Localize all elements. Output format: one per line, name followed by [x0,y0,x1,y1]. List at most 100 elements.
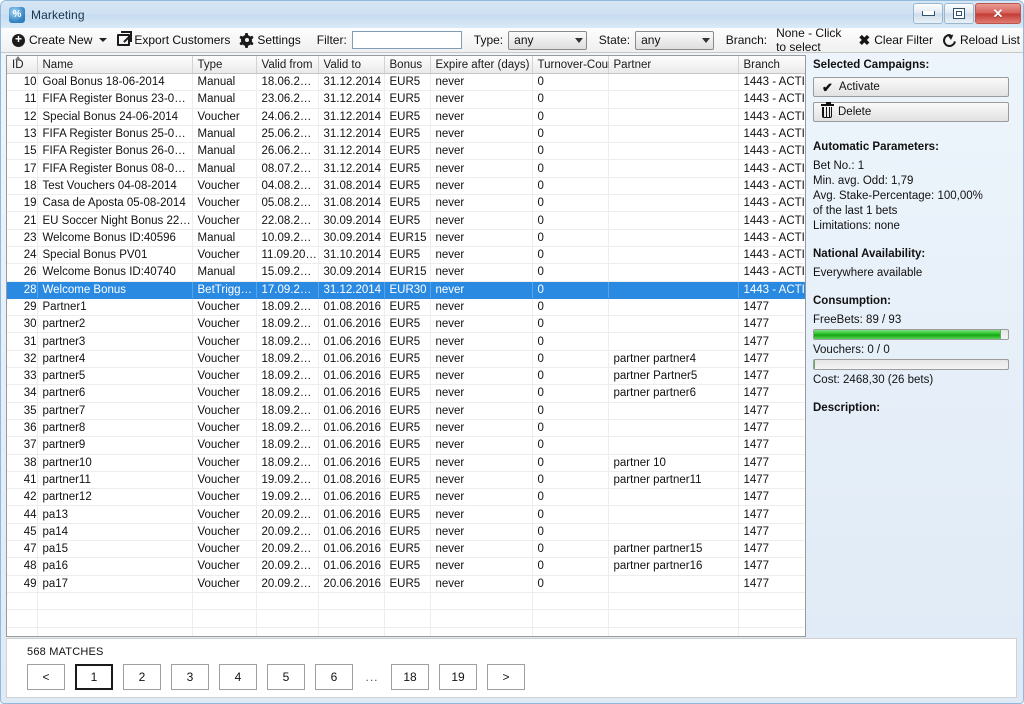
table-row[interactable]: 30 partner2 Voucher 18.09.2014 01.06.2016 EUR… [7,315,805,334]
table-row[interactable]: 28Welcome BonusBetTriggered17.09.201431.… [7,281,805,299]
cell-type: BetTriggered [192,281,257,299]
column-header-bonus[interactable]: Bonus [384,56,431,74]
export-customers-button[interactable]: Export Customers [112,29,235,52]
table-row[interactable]: 31 partner3 Voucher 18.09.2014 01.06.2016 EUR… [7,332,805,351]
table-row[interactable]: 45 pa14 Voucher 20.09.2014 01.06.2016 EUR5 nev… [7,523,805,542]
table-row[interactable]: 15 FIFA Register Bonus 26-06-2... Manual 26… [7,142,805,161]
column-header-valid-from[interactable]: Valid from [256,56,319,74]
table-row[interactable]: 37 partner9 Voucher 18.09.2014 01.06.2016 EUR… [7,436,805,455]
table-row[interactable]: 41 partner11 Voucher 19.09.2014 01.08.2016 EU… [7,471,805,490]
column-header-type[interactable]: Type [192,56,257,74]
cell-valid-to: 31.12.2014 [318,73,385,92]
table-row[interactable]: 35 partner7 Voucher 18.09.2014 01.06.2016 EUR… [7,402,805,420]
cell-partner: partner Partner5 [608,367,739,386]
table-row[interactable]: 26 Welcome Bonus ID:40740 Manual 15.09.2014… [7,263,805,282]
table-row[interactable]: 10 Goal Bonus 18-06-2014 Manual 18.06.2014 3… [7,73,805,92]
cell-bonus: EUR5 [384,159,431,178]
table-row[interactable]: 21 EU Soccer Night Bonus 22-0... Voucher 22… [7,211,805,230]
column-header-id[interactable]: ID [7,56,38,74]
plus-circle-icon: + [12,33,25,47]
close-x-icon: ✖ [858,32,871,48]
cell-valid-from: 18.09.2014 [256,454,319,472]
table-row[interactable]: 24 Special Bonus PV01 Voucher 11.09.2014 31.… [7,246,805,265]
cell-branch: 1443 - ACTION24 [738,281,805,299]
cell-turnover-count: 0 [532,367,609,386]
table-row[interactable]: 18 Test Vouchers 04-08-2014 Voucher 04.08.2… [7,177,805,196]
table-row[interactable]: 48 pa16 Voucher 20.09.2014 01.06.2016 EUR5 nev… [7,557,805,576]
table-row[interactable]: 33 partner5 Voucher 18.09.2014 01.06.2016 EUR… [7,367,805,386]
reload-list-button[interactable]: Reload List [938,29,1023,52]
pagination-button-2[interactable]: 2 [123,664,161,690]
column-header-valid-to[interactable]: Valid to [318,56,385,74]
settings-button[interactable]: Settings [235,29,305,52]
column-header-name[interactable]: Name [37,56,193,74]
pagination-button-19[interactable]: 19 [439,664,477,690]
pagination-button->[interactable]: > [487,664,525,690]
search-input[interactable] [351,31,462,49]
table-row[interactable]: 47 pa15 Voucher 20.09.2014 01.06.2016 EUR5 nev… [7,540,805,559]
pagination-button-3[interactable]: 3 [171,664,209,690]
table-row[interactable]: 13 FIFA Register Bonus 25-06-2... Manual 25… [7,125,805,144]
cell-valid-to: 01.06.2016 [318,350,385,369]
cell-branch: 1443 - ACTION24 [738,263,805,282]
check-icon: ✔ [822,79,833,95]
cell-valid-to: 31.08.2014 [318,177,385,196]
maximize-button[interactable] [944,3,974,24]
cell-bonus: EUR15 [384,229,431,247]
close-button[interactable]: ✕ [975,3,1021,24]
table-row[interactable]: 23 Welcome Bonus ID:40596 Manual 10.09.2014… [7,229,805,247]
cell-name: partner12 [37,488,193,507]
cell-expire-after: never [430,142,533,161]
table-row[interactable]: 36 partner8 Voucher 18.09.2014 01.06.2016 EUR… [7,419,805,438]
pagination-button-18[interactable]: 18 [391,664,429,690]
minimize-button[interactable] [913,3,943,24]
minimize-icon [921,11,935,16]
table-row[interactable]: 32 partner4 Voucher 18.09.2014 01.06.2016 EUR… [7,350,805,369]
cell-id: 49 [7,575,38,593]
consumption-title: Consumption: [813,295,891,307]
branch-selector[interactable]: None - Click to select [776,26,845,54]
type-select-value: any [514,33,534,47]
cell-name: FIFA Register Bonus 23-06-2... [37,90,193,109]
table-row[interactable]: 49 pa17 Voucher 20.09.2014 20.06.2016 EUR5 nev… [7,575,805,593]
pagination-button-5[interactable]: 5 [267,664,305,690]
column-header-partner[interactable]: Partner [608,56,739,74]
pagination-button-<[interactable]: < [27,664,65,690]
column-header-branch[interactable]: Branch [738,56,805,74]
table-row[interactable]: 11 FIFA Register Bonus 23-06-2... Manual 23… [7,90,805,109]
cell-turnover-count: 0 [532,194,609,213]
cell-turnover-count: 0 [532,90,609,109]
table-row[interactable]: 44 pa13 Voucher 20.09.2014 01.06.2016 EUR5 nev… [7,505,805,524]
branch-label: Branch: [725,33,768,47]
cell-valid-to: 01.08.2016 [318,298,385,317]
table-row[interactable]: 38 partner10 Voucher 18.09.2014 01.06.2016 EU… [7,454,805,472]
table-row[interactable]: 42 partner12 Voucher 19.09.2014 01.06.2016 EU… [7,488,805,507]
activate-button[interactable]: ✔ Activate [813,77,1009,97]
cell-turnover-count: 0 [532,108,609,126]
pagination-button-1[interactable]: 1 [75,664,113,690]
create-new-button[interactable]: + Create New [7,29,112,52]
type-select[interactable]: any [508,30,587,50]
table-row[interactable]: 17 FIFA Register Bonus 08-07-2... Manual 08… [7,159,805,178]
table-row[interactable]: 12 Special Bonus 24-06-2014 Voucher 24.06.2… [7,108,805,126]
table-row[interactable]: 29 Partner1 Voucher 18.09.2014 01.08.2016 EUR… [7,298,805,317]
column-header-turnover-count[interactable]: Turnover-Count [532,56,618,74]
pagination-button-6[interactable]: 6 [315,664,353,690]
cell-type: Manual [192,125,257,144]
campaigns-grid[interactable]: ID Name Type Valid from Valid to Bonus E… [6,55,806,637]
table-body: 10 Goal Bonus 18-06-2014 Manual 18.06.2014 3… [7,73,805,636]
cell-branch: 1477 [738,454,805,472]
chevron-down-icon[interactable] [99,38,108,42]
table-row[interactable]: 19 Casa de Aposta 05-08-2014 Voucher 05.08.… [7,194,805,213]
cell-partner: partner partner11 [608,471,739,490]
state-select[interactable]: any [635,30,714,50]
cell-type: Manual [192,142,257,161]
cell-expire-after: never [430,557,533,576]
table-header: ID Name Type Valid from Valid to Bonus E… [7,56,805,74]
clear-filter-button[interactable]: ✖ Clear Filter [854,29,938,52]
column-header-expire-after[interactable]: Expire after (days) [430,56,533,74]
cell-bonus: EUR5 [384,298,431,317]
table-row[interactable]: 34 partner6 Voucher 18.09.2014 01.06.2016 EUR… [7,384,805,403]
delete-button[interactable]: Delete [813,101,1009,122]
pagination-button-4[interactable]: 4 [219,664,257,690]
